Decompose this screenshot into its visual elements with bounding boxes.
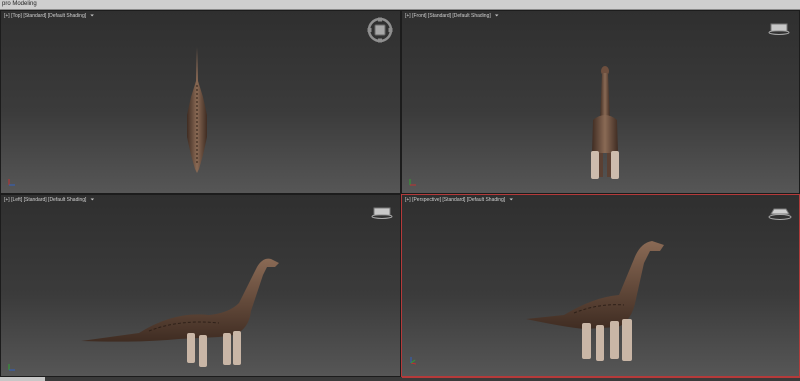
funnel-icon[interactable]: ⏷ bbox=[90, 197, 94, 203]
axis-gizmo-icon bbox=[8, 364, 15, 371]
viewport-top[interactable]: [+] [Top] [Standard] [Default Shading] ⏷ bbox=[0, 10, 401, 194]
viewcube-icon[interactable] bbox=[768, 207, 792, 221]
viewport-left[interactable]: [+] [Left] [Standard] [Default Shading] ⏷ bbox=[0, 194, 401, 377]
status-strip bbox=[0, 377, 800, 381]
funnel-icon[interactable]: ⏷ bbox=[509, 197, 513, 203]
viewcube-icon[interactable] bbox=[371, 207, 393, 219]
dinosaur-perspective-view[interactable] bbox=[524, 239, 674, 369]
active-viewport-indicator bbox=[402, 377, 800, 378]
viewcube-icon[interactable] bbox=[768, 23, 790, 35]
dinosaur-front-view[interactable] bbox=[585, 65, 625, 185]
app-title: pro Modeling bbox=[2, 1, 37, 7]
viewport-label-perspective[interactable]: [+] [Perspective] [Standard] [Default Sh… bbox=[405, 197, 513, 203]
funnel-icon[interactable]: ⏷ bbox=[495, 13, 499, 19]
viewport-perspective[interactable]: [+] [Perspective] [Standard] [Default Sh… bbox=[401, 194, 800, 377]
axis-gizmo-icon bbox=[8, 179, 15, 186]
axis-gizmo-icon bbox=[410, 357, 417, 365]
status-strip-left bbox=[0, 377, 45, 381]
axis-gizmo-icon bbox=[409, 179, 416, 186]
dinosaur-left-view[interactable] bbox=[79, 253, 285, 373]
viewport-label-left[interactable]: [+] [Left] [Standard] [Default Shading] ⏷ bbox=[4, 197, 94, 203]
viewport-label-front[interactable]: [+] [Front] [Standard] [Default Shading]… bbox=[405, 13, 499, 19]
app-title-bar: pro Modeling bbox=[0, 0, 800, 10]
steering-wheel-icon[interactable] bbox=[367, 17, 393, 43]
dinosaur-top-view[interactable] bbox=[179, 45, 215, 175]
viewport-front[interactable]: [+] [Front] [Standard] [Default Shading]… bbox=[401, 10, 800, 194]
funnel-icon[interactable]: ⏷ bbox=[90, 13, 94, 19]
viewport-label-top[interactable]: [+] [Top] [Standard] [Default Shading] ⏷ bbox=[4, 13, 94, 19]
